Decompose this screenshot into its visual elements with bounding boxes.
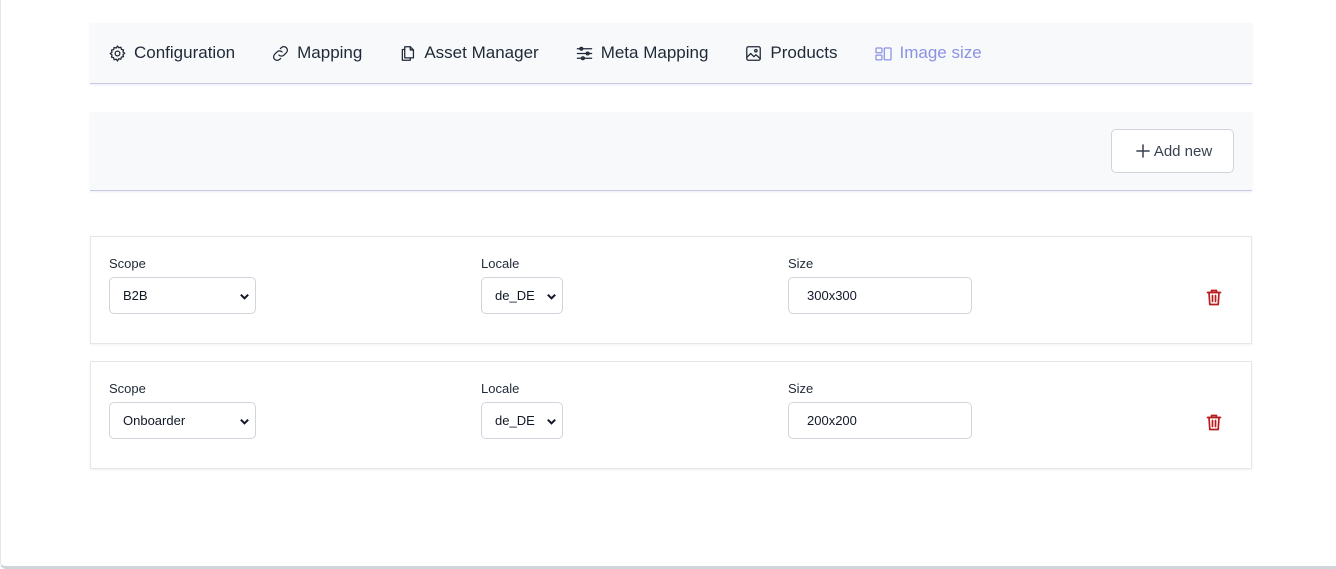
link-icon (273, 45, 289, 61)
locale-value: de_DE (495, 288, 535, 303)
size-value: 200x200 (807, 413, 857, 428)
sliders-icon (576, 46, 592, 60)
tab-asset-manager[interactable]: Asset Manager (398, 23, 539, 84)
size-input[interactable]: 200x200 (788, 402, 972, 439)
tab-products[interactable]: Products (744, 23, 838, 84)
chevron-down-icon (239, 415, 250, 426)
chevron-down-icon (546, 290, 557, 301)
app-frame: Configuration Mapping Asset Manager Meta… (0, 0, 1336, 569)
scope-value: B2B (123, 288, 148, 303)
documents-icon (402, 45, 415, 61)
tab-configuration[interactable]: Configuration (108, 23, 235, 84)
tab-label: Meta Mapping (600, 43, 709, 62)
gear-icon (109, 44, 126, 62)
chevron-down-icon (546, 415, 557, 426)
add-new-button[interactable]: Add new (1111, 129, 1234, 173)
scope-value: Onboarder (123, 413, 186, 428)
locale-select[interactable]: de_DE (481, 402, 563, 439)
tab-label: Mapping (297, 43, 363, 62)
trash-icon (1206, 289, 1222, 306)
scope-select[interactable]: Onboarder (109, 402, 256, 439)
tab-image-size[interactable]: Image size (874, 23, 982, 84)
chevron-down-icon (239, 290, 250, 301)
image-size-row: Scope B2B Locale de_DE Size 300x300 (90, 236, 1252, 344)
tab-bar: Configuration Mapping Asset Manager Meta… (90, 23, 1252, 84)
delete-button[interactable] (1206, 414, 1222, 431)
tab-label: Image size (899, 43, 982, 62)
size-label: Size (788, 381, 814, 396)
locale-label: Locale (481, 256, 520, 271)
locale-value: de_DE (495, 413, 535, 428)
plus-icon (1136, 144, 1150, 158)
tab-mapping[interactable]: Mapping (271, 23, 362, 84)
toolbar: Add new (90, 112, 1252, 191)
locale-label: Locale (481, 381, 520, 396)
size-input[interactable]: 300x300 (788, 277, 972, 314)
tab-meta-mapping[interactable]: Meta Mapping (575, 23, 709, 84)
scope-select[interactable]: B2B (109, 277, 256, 314)
size-value: 300x300 (807, 288, 857, 303)
tab-label: Configuration (134, 43, 236, 62)
image-icon (746, 45, 762, 61)
scope-label: Scope (109, 381, 146, 396)
trash-icon (1206, 414, 1222, 431)
tab-label: Products (770, 43, 838, 62)
delete-button[interactable] (1206, 289, 1222, 306)
add-new-label: Add new (1153, 142, 1213, 160)
layout-icon (874, 46, 892, 60)
image-size-row: Scope Onboarder Locale de_DE Size 200x20… (90, 361, 1252, 469)
scope-label: Scope (109, 256, 146, 271)
tab-label: Asset Manager (424, 43, 539, 62)
size-label: Size (788, 256, 814, 271)
locale-select[interactable]: de_DE (481, 277, 563, 314)
